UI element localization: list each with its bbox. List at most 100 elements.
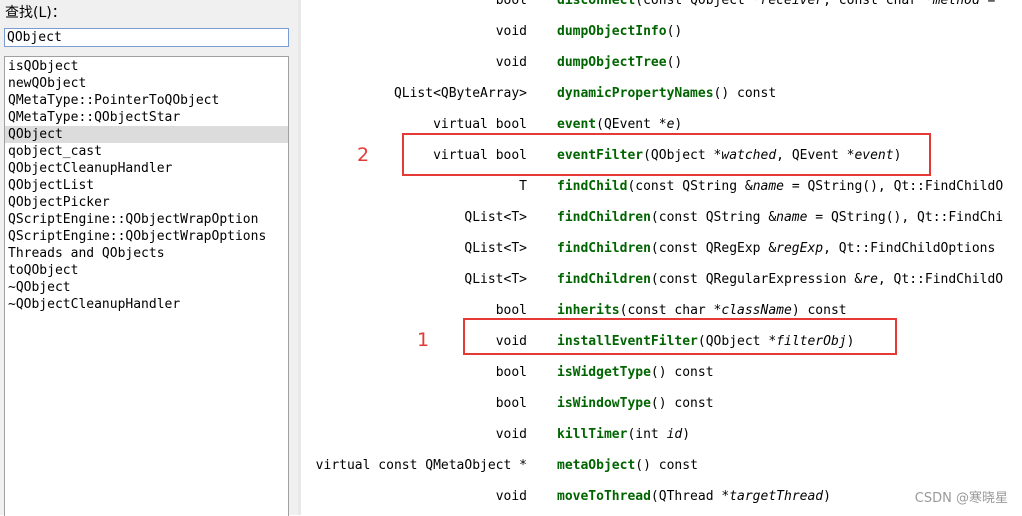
search-label: 查找(L)： [5,5,66,21]
list-item[interactable]: QObjectList [5,177,288,194]
member-row: void dumpObjectInfo() [301,16,1022,47]
highlight-box-install-event-filter [463,318,897,355]
function-link[interactable]: event [557,117,596,132]
signature-text: , Qt::FindChildO [877,272,1004,287]
list-item[interactable]: QScriptEngine::QObjectWrapOption [5,211,288,228]
return-type: void [495,24,527,39]
signature: moveToThread(QThread *targetThread) [557,481,831,512]
signature-text: () const [650,396,714,411]
return-type: bool [495,0,527,8]
parameter-name: targetThread [729,489,824,504]
member-row: void dumpObjectTree() [301,47,1022,78]
signature-text: = [979,0,996,8]
list-item[interactable]: ~QObject [5,279,288,296]
function-link[interactable]: findChild [557,179,627,194]
signature-text: () const [650,365,714,380]
member-row: bool isWidgetType() const [301,357,1022,388]
signature-text: () [666,24,683,39]
return-type: bool [495,365,527,380]
function-link[interactable]: findChildren [557,241,651,256]
list-item[interactable]: qobject_cast [5,143,288,160]
annotation-label-1: 1 [417,329,430,351]
list-item[interactable]: isQObject [5,58,288,75]
member-row: QList<T> findChildren(const QString &name… [301,202,1022,233]
return-type: QList<T> [464,241,527,256]
parameter-name: method [932,0,980,8]
signature: disconnect(const QObject *receiver, cons… [557,0,995,16]
function-link[interactable]: isWidgetType [557,365,651,380]
return-type: virtual const QMetaObject * [315,458,527,473]
signature-text: , const char * [823,0,933,8]
signature-text: (const QString & [650,210,777,225]
list-item[interactable]: QScriptEngine::QObjectWrapOptions [5,228,288,245]
signature-text: (int [627,427,667,442]
list-item[interactable]: QMetaType::QObjectStar [5,109,288,126]
parameter-name: re [862,272,878,287]
highlight-box-event-filter [402,133,931,176]
signature-text: (const QString & [627,179,753,194]
function-link[interactable]: dumpObjectTree [557,55,667,70]
signature: isWidgetType() const [557,357,714,388]
function-link[interactable]: killTimer [557,427,627,442]
list-item[interactable]: Threads and QObjects [5,245,288,262]
function-link[interactable]: findChildren [557,272,651,287]
member-row: bool isWindowType() const [301,388,1022,419]
signature-text: = QString(), Qt::FindChi [807,210,1004,225]
return-type: QList<T> [464,272,527,287]
return-type: void [495,427,527,442]
search-input[interactable] [4,28,289,47]
member-row: QList<T> findChildren(const QRegularExpre… [301,264,1022,295]
signature: findChildren(const QRegularExpression &r… [557,264,1003,295]
member-row: QList<QByteArray> dynamicPropertyNames() … [301,78,1022,109]
signature-text: (const char * [619,303,722,318]
signature: isWindowType() const [557,388,714,419]
signature: findChildren(const QString &name = QStri… [557,202,1003,233]
function-link[interactable]: disconnect [557,0,635,8]
signature: findChildren(const QRegExp &regExp, Qt::… [557,233,995,264]
signature: dumpObjectInfo() [557,16,682,47]
index-list[interactable]: isQObject newQObject QMetaType::PointerToQ… [4,56,289,516]
watermark: CSDN @寒晓星 [914,491,1008,506]
signature: metaObject() const [557,450,698,481]
annotation-label-2: 2 [357,144,370,166]
signature-text: (const QObject * [635,0,761,8]
list-item[interactable]: QObjectPicker [5,194,288,211]
function-link[interactable]: moveToThread [557,489,651,504]
member-function-list: bool disconnect(const QObject *receiver, … [301,0,1022,515]
list-item[interactable]: QObject [5,126,288,143]
signature-text: ) [823,489,831,504]
signature-text: (QThread * [650,489,730,504]
signature-text: (const QRegularExpression & [650,272,863,287]
signature: dynamicPropertyNames() const [557,78,776,109]
return-type: void [495,489,527,504]
return-type: QList<QByteArray> [393,86,527,101]
list-item[interactable]: QObjectCleanupHandler [5,160,288,177]
parameter-name: className [721,303,792,318]
parameter-name: regExp [776,241,824,256]
function-link[interactable]: metaObject [557,458,635,473]
signature-text: () [666,55,683,70]
signature: dumpObjectTree() [557,47,682,78]
return-type: void [495,55,527,70]
function-link[interactable]: findChildren [557,210,651,225]
return-type: bool [495,396,527,411]
return-type: QList<T> [464,210,527,225]
function-link[interactable]: dumpObjectInfo [557,24,667,39]
list-item[interactable]: ~QObjectCleanupHandler [5,296,288,313]
parameter-name: id [666,427,683,442]
list-item[interactable]: newQObject [5,75,288,92]
member-row: bool disconnect(const QObject *receiver, … [301,0,1022,16]
function-link[interactable]: inherits [557,303,620,318]
signature-text: = QString(), Qt::FindChildO [784,179,1004,194]
signature: killTimer(int id) [557,419,690,450]
parameter-name: receiver [760,0,824,8]
member-row: virtual const QMetaObject * metaObject() … [301,450,1022,481]
member-row: QList<T> findChildren(const QRegExp &regE… [301,233,1022,264]
parameter-name: name [752,179,784,194]
signature-text: () const [713,86,777,101]
function-link[interactable]: dynamicPropertyNames [557,86,714,101]
list-item[interactable]: QMetaType::PointerToQObject [5,92,288,109]
signature-text: () const [635,458,698,473]
list-item[interactable]: toQObject [5,262,288,279]
function-link[interactable]: isWindowType [557,396,651,411]
